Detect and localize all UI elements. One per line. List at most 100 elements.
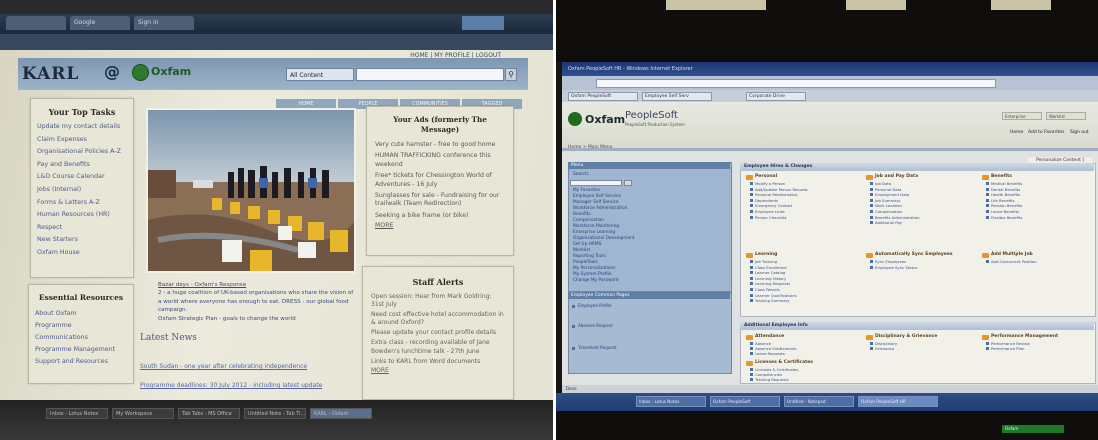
group-link[interactable]: Training Requests — [755, 377, 789, 382]
group-link[interactable]: Employee Links — [755, 209, 785, 214]
group-title[interactable]: Automatically Sync Employees — [875, 252, 953, 257]
group-link[interactable]: Add/Update Person Records — [755, 187, 808, 192]
search-button[interactable]: ⚲ — [505, 68, 517, 81]
group-link[interactable]: Performance Plan — [991, 346, 1024, 351]
karl-logo[interactable]: KARL — [22, 64, 79, 84]
group-link[interactable]: Modify a Person — [755, 181, 785, 186]
resource-link[interactable]: About Oxfam — [29, 308, 133, 320]
group-title[interactable]: Attendance — [755, 334, 784, 339]
browser-tab[interactable]: Corporate Drive — [746, 92, 806, 101]
menu-item[interactable]: Employee Self Service — [573, 194, 621, 199]
alert-item[interactable]: Open session: Hear from Mark Goldring: 3… — [363, 293, 513, 309]
group-link[interactable]: Personal Data — [875, 187, 901, 192]
group-link[interactable]: Personal Relationships — [755, 192, 798, 197]
browser-tab[interactable] — [6, 16, 66, 30]
header-button[interactable]: Worklist — [1046, 112, 1086, 120]
group-link[interactable]: Leave Requests — [755, 351, 785, 356]
group-title[interactable]: Benefits — [991, 174, 1012, 179]
ads-more-link[interactable]: MORE — [367, 222, 513, 230]
group-link[interactable]: Dental Benefits — [991, 187, 1020, 192]
task-link[interactable]: Update my contact details — [31, 121, 133, 134]
group-link[interactable]: Health Benefits — [991, 192, 1020, 197]
group-link[interactable]: Compensation — [875, 209, 902, 214]
group-link[interactable]: Flexible Benefits — [991, 215, 1022, 220]
resource-link[interactable]: Communications — [29, 332, 133, 344]
browser-tab[interactable]: Oxfam PeopleSoft — [568, 92, 638, 101]
window-controls[interactable] — [462, 16, 504, 30]
group-link[interactable]: Learning History — [755, 276, 786, 281]
menu-item[interactable]: My Personalizations — [573, 266, 615, 271]
taskbar-item[interactable]: Tab Tabs - MS Office — [178, 408, 240, 419]
group-link[interactable]: Additional Pay — [875, 220, 902, 225]
group-link[interactable]: Person Checklist — [755, 215, 786, 220]
group-title[interactable]: Disciplinary & Grievance — [875, 334, 937, 339]
caption-item[interactable]: 2 - a huge coalition of UK-based organis… — [158, 289, 358, 314]
taskbar-item[interactable]: Inbox - Lotus Notes — [636, 396, 706, 407]
menu-item[interactable]: Reporting Tools — [573, 254, 606, 259]
alert-item[interactable]: Links to KARL from Word documents — [363, 358, 513, 366]
task-link[interactable]: Pay and Benefits — [31, 159, 133, 172]
task-link[interactable]: Oxfam House — [31, 247, 133, 260]
group-link[interactable]: Benefits Administration — [875, 215, 920, 220]
group-link[interactable]: Life Benefits — [991, 198, 1015, 203]
resource-link[interactable]: Support and Resources — [29, 356, 133, 368]
group-title[interactable]: Job and Pay Data — [875, 174, 918, 179]
group-link[interactable]: Learning Requests — [755, 281, 790, 286]
group-link[interactable]: Medical Benefits — [991, 181, 1022, 186]
menu-item[interactable]: Manager Self Service — [573, 200, 619, 205]
task-link[interactable]: Human Resources (HR) — [31, 209, 133, 222]
alerts-more-link[interactable]: MORE — [363, 367, 513, 375]
taskbar-item[interactable]: Inbox - Lotus Notes — [46, 408, 108, 419]
group-link[interactable]: Class Results — [755, 287, 780, 292]
group-link[interactable]: Employee Sync Status — [875, 265, 917, 270]
group-link[interactable]: Work Location — [875, 203, 902, 208]
taskbar-item[interactable]: Untitled - Notepad — [784, 396, 854, 407]
browser-tab[interactable]: Google — [70, 16, 130, 30]
menu-item[interactable]: Workforce Monitoring — [573, 224, 619, 229]
group-link[interactable]: Add Concurrent Position — [991, 259, 1037, 264]
feature-photo[interactable] — [146, 108, 356, 273]
menu-item[interactable]: My Favorites — [573, 188, 600, 193]
resource-link[interactable]: Programme Management — [29, 344, 133, 356]
group-link[interactable]: Learner Qualifications — [755, 293, 797, 298]
group-link[interactable]: Job Summary — [875, 198, 900, 203]
task-link[interactable]: Respect — [31, 222, 133, 235]
group-link[interactable]: Grievance — [875, 346, 894, 351]
news-item[interactable]: South Sudan - one year after celebrating… — [140, 363, 307, 370]
header-link-home[interactable]: Home — [1010, 130, 1023, 135]
task-link[interactable]: Claim Expenses — [31, 134, 133, 147]
menu-item[interactable]: Benefits — [573, 212, 591, 217]
menu-item[interactable]: Organisational Development — [573, 236, 635, 241]
header-link-favorites[interactable]: Add to Favorites — [1028, 130, 1064, 135]
search-scope-select[interactable]: All Content — [286, 68, 354, 81]
group-link[interactable]: Emergency Contact — [755, 203, 792, 208]
group-link[interactable]: Class Enrollment — [755, 265, 787, 270]
menu-item[interactable]: Enterprise Learning — [573, 230, 615, 235]
menu-search-button[interactable] — [624, 180, 632, 186]
group-link[interactable]: Pension Benefits — [991, 203, 1022, 208]
alert-item[interactable]: Please update your contact profile detai… — [363, 329, 513, 337]
group-link[interactable]: Job Data — [875, 181, 891, 186]
task-link[interactable]: L&D Course Calendar — [31, 171, 133, 184]
task-link[interactable]: New Starters — [31, 234, 133, 247]
common-page-link[interactable]: Absence Request — [578, 323, 613, 328]
taskbar-item[interactable]: Oxfam PeopleSoft HR — [858, 396, 938, 407]
ad-item[interactable]: Seeking a bike frame (or bike) — [367, 212, 513, 220]
task-link[interactable]: Forms & Letters A-Z — [31, 197, 133, 210]
news-item[interactable]: Programme deadlines: 30 July 2012 - incl… — [140, 382, 322, 389]
search-input[interactable] — [356, 68, 504, 81]
alert-item[interactable]: Extra class - recording available of Jan… — [363, 339, 513, 355]
taskbar-item[interactable]: Untitled Note - Tab Ti... — [244, 408, 306, 419]
menu-search-input[interactable] — [570, 180, 622, 186]
caption-item[interactable]: Bazar days - Oxfam's Response — [158, 281, 358, 289]
menu-item[interactable]: My System Profile — [573, 272, 611, 277]
taskbar-item[interactable]: KARL - Oxfam — [310, 408, 372, 419]
menu-item[interactable]: Worklist — [573, 248, 590, 253]
breadcrumb[interactable]: Home > Main Menu — [568, 145, 612, 150]
menu-item[interactable]: Compensation — [573, 218, 604, 223]
group-link[interactable]: Learner Catalog — [755, 270, 785, 275]
browser-tab[interactable]: Sign in — [134, 16, 194, 30]
browser-tab[interactable]: Employee Self Serv — [642, 92, 712, 101]
header-link-signout[interactable]: Sign out — [1070, 130, 1089, 135]
task-link[interactable]: Jobs (Internal) — [31, 184, 133, 197]
